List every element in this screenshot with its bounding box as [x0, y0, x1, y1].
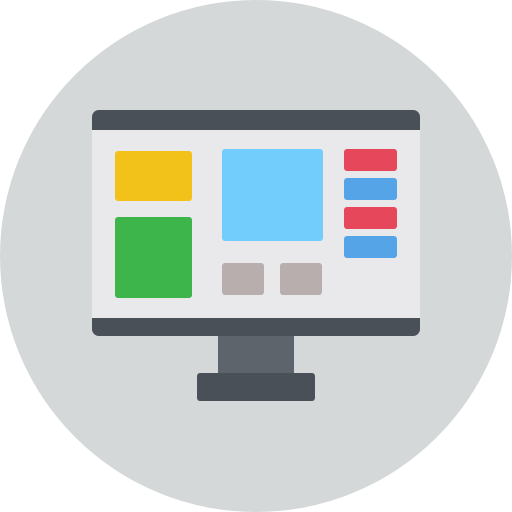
- monitor-stand-neck: [218, 333, 294, 375]
- tile-yellow: [115, 151, 192, 201]
- sidebar-item-4: [344, 236, 397, 258]
- sidebar-item-2: [344, 178, 397, 200]
- preview-panel: [222, 149, 323, 241]
- sidebar-item-3: [344, 207, 397, 229]
- tile-green: [115, 217, 192, 298]
- sidebar-item-1: [344, 149, 397, 171]
- desktop-monitor-icon: [0, 0, 512, 512]
- monitor-stand-base: [197, 373, 315, 401]
- small-button-1: [222, 263, 264, 295]
- small-button-2: [280, 263, 322, 295]
